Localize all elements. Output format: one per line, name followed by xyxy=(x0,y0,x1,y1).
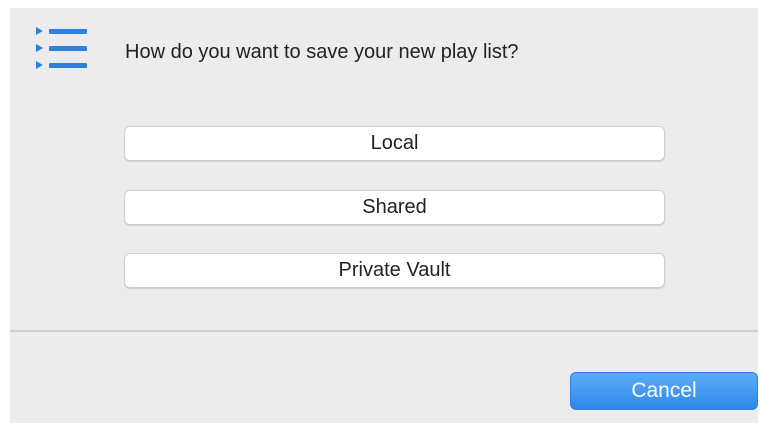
dialog-prompt: How do you want to save your new play li… xyxy=(125,41,519,63)
cancel-button[interactable]: Cancel xyxy=(570,372,758,410)
local-option-button[interactable]: Local xyxy=(124,126,665,161)
playlist-icon xyxy=(36,27,87,69)
dialog-divider xyxy=(10,330,758,332)
shared-option-button[interactable]: Shared xyxy=(124,190,665,225)
dialog-header: How do you want to save your new play li… xyxy=(10,8,758,108)
private-vault-option-button[interactable]: Private Vault xyxy=(124,253,665,288)
save-playlist-dialog: How do you want to save your new play li… xyxy=(10,8,758,423)
